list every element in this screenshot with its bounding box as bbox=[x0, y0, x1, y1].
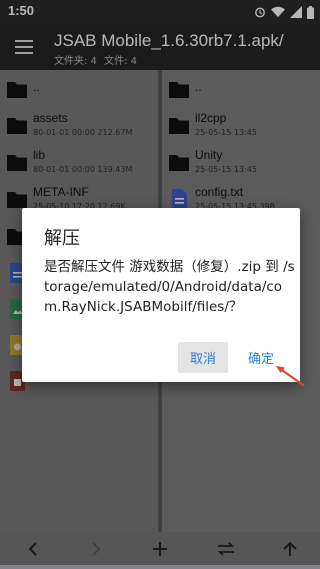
cancel-button[interactable]: 取消 bbox=[178, 342, 228, 373]
extract-dialog: 解压 是否解压文件 游戏数据（修复）.zip 到 /storage/emulat… bbox=[22, 208, 300, 382]
dialog-message: 是否解压文件 游戏数据（修复）.zip 到 /storage/emulated/… bbox=[44, 259, 295, 315]
dialog-title: 解压 bbox=[44, 228, 80, 249]
annotation-arrow-icon bbox=[276, 366, 305, 387]
